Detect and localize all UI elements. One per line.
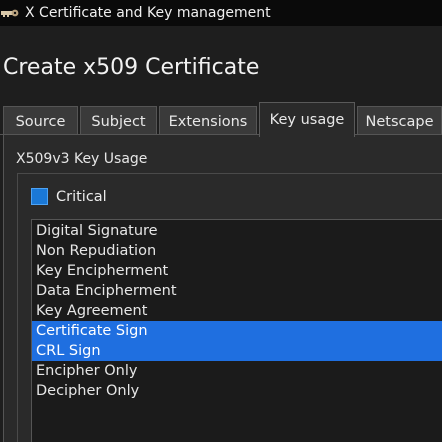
list-item-decipher-only[interactable]: Decipher Only [32, 381, 442, 401]
list-item-key-agreement[interactable]: Key Agreement [32, 301, 442, 321]
title-bar: X Certificate and Key management [0, 0, 442, 26]
app-icon [1, 8, 19, 18]
tab-netscape[interactable]: Netscape [357, 106, 442, 136]
list-item-certificate-sign[interactable]: Certificate Sign [32, 321, 442, 341]
list-item-digital-signature[interactable]: Digital Signature [32, 221, 442, 241]
list-item-data-encipherment[interactable]: Data Encipherment [32, 281, 442, 301]
list-item-key-encipherment[interactable]: Key Encipherment [32, 261, 442, 281]
tab-subject[interactable]: Subject [80, 106, 157, 136]
page-title: Create x509 Certificate [3, 55, 260, 80]
list-item-encipher-only[interactable]: Encipher Only [32, 361, 442, 381]
critical-checkbox-row[interactable]: Critical [31, 188, 107, 205]
list-item-non-repudiation[interactable]: Non Repudiation [32, 241, 442, 261]
key-usage-group: Critical Digital Signature Non Repudiati… [17, 173, 442, 442]
window-title: X Certificate and Key management [25, 5, 271, 21]
group-title: X509v3 Key Usage [16, 151, 148, 167]
tab-source[interactable]: Source [3, 106, 78, 136]
critical-checkbox[interactable] [31, 188, 48, 205]
tab-key-usage[interactable]: Key usage [259, 102, 355, 137]
list-item-crl-sign[interactable]: CRL Sign [32, 341, 442, 361]
tab-extensions[interactable]: Extensions [159, 106, 257, 136]
critical-label: Critical [56, 188, 107, 205]
key-usage-list[interactable]: Digital Signature Non Repudiation Key En… [31, 219, 442, 442]
key-usage-panel: X509v3 Key Usage Critical Digital Signat… [3, 135, 442, 442]
tab-bar: Source Subject Extensions Key usage Nets… [0, 102, 442, 137]
